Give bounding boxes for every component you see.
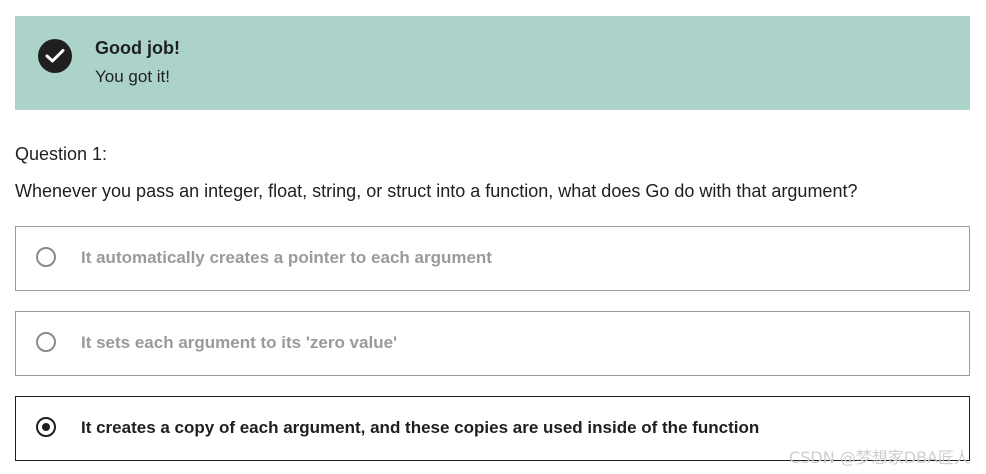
- feedback-subtitle: You got it!: [95, 67, 170, 86]
- answer-option-1[interactable]: It automatically creates a pointer to ea…: [15, 226, 970, 291]
- feedback-title: Good job!: [95, 38, 180, 58]
- question-text: Whenever you pass an integer, float, str…: [15, 181, 858, 201]
- check-circle-icon: [38, 39, 72, 73]
- radio-button[interactable]: [36, 247, 56, 267]
- success-banner: Good job! You got it!: [15, 16, 970, 110]
- watermark: CSDN @梦想家DBA匠人: [789, 448, 970, 467]
- radio-button-selected[interactable]: [36, 417, 56, 437]
- answer-option-label: It creates a copy of each argument, and …: [81, 418, 760, 437]
- answer-option-2[interactable]: It sets each argument to its 'zero value…: [15, 311, 970, 376]
- checkmark-icon: [45, 49, 65, 63]
- radio-button[interactable]: [36, 332, 56, 352]
- question-number: Question 1:: [15, 144, 108, 164]
- radio-selected-dot: [42, 423, 50, 431]
- answer-option-label: It automatically creates a pointer to ea…: [81, 248, 492, 267]
- answer-option-label: It sets each argument to its 'zero value…: [81, 333, 398, 352]
